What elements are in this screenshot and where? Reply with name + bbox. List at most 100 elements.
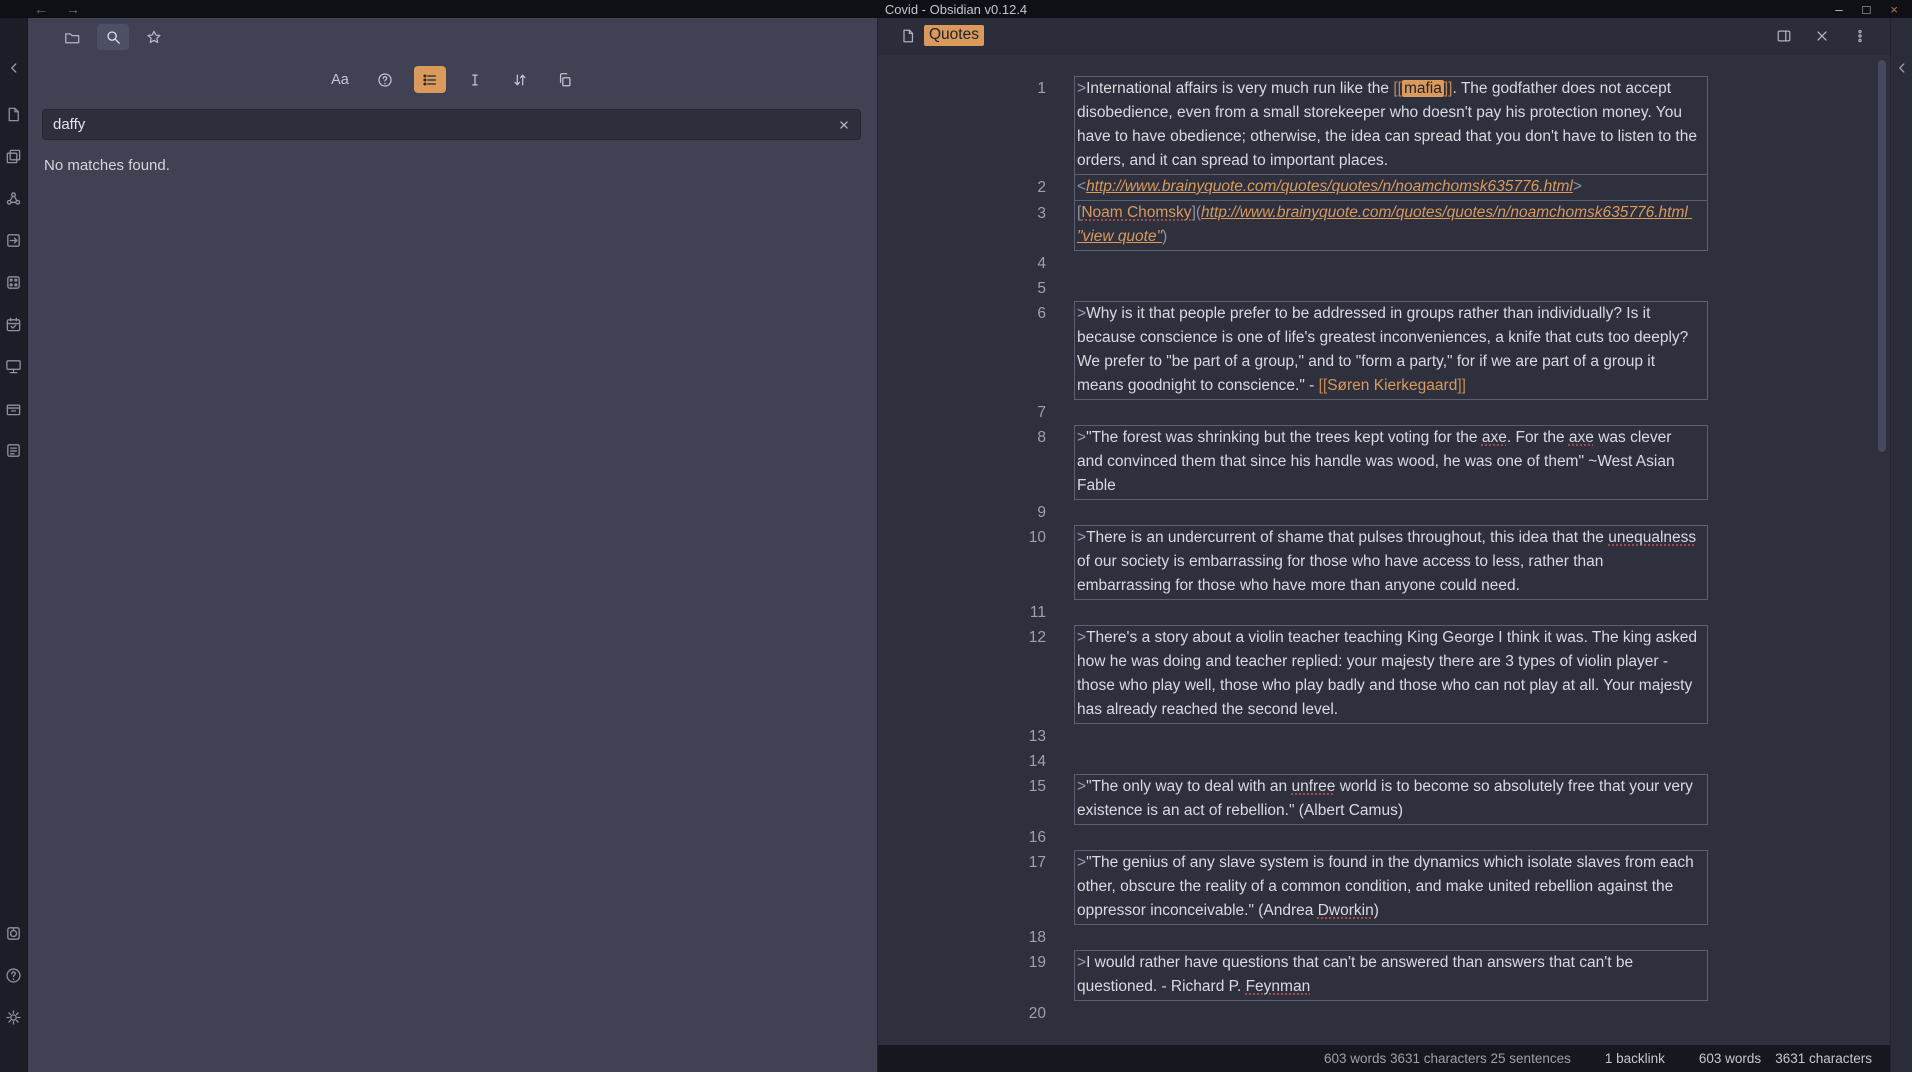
copy-results-button[interactable]: [549, 66, 581, 93]
line-content: >There's a story about a violin teacher …: [1074, 625, 1708, 724]
collapse-left-sidebar-icon[interactable]: [6, 60, 22, 76]
template-icon[interactable]: [5, 442, 22, 459]
more-context-button[interactable]: [414, 66, 446, 93]
search-row: [42, 109, 861, 140]
line-number: 18: [1028, 929, 1046, 946]
tab-starred[interactable]: [138, 24, 170, 50]
line-content: [1074, 276, 1708, 301]
maximize-button[interactable]: □: [1863, 2, 1871, 17]
editor-line[interactable]: 1 >International affairs is very much run…: [878, 76, 1890, 175]
tab-file-explorer[interactable]: [56, 24, 88, 50]
left-ribbon: [0, 18, 28, 1072]
clear-search-icon[interactable]: [836, 117, 852, 138]
editor-line[interactable]: 15 >"The only way to deal with an unfree …: [878, 774, 1890, 825]
line-content: >I would rather have questions that can'…: [1074, 950, 1708, 1001]
more-options-icon[interactable]: [1852, 28, 1868, 44]
minimize-button[interactable]: –: [1835, 2, 1842, 17]
quick-switcher-icon[interactable]: [5, 232, 22, 249]
sort-order-button[interactable]: [504, 66, 536, 93]
line-content: [1074, 600, 1708, 625]
line-content: [1074, 1001, 1708, 1026]
editor-line[interactable]: 19 >I would rather have questions that ca…: [878, 950, 1890, 1001]
editor-line[interactable]: 13: [878, 724, 1890, 749]
window-controls: – □ ×: [1835, 2, 1912, 17]
sidebar-tabs: [28, 18, 877, 56]
editor-line[interactable]: 9: [878, 500, 1890, 525]
line-content: [1074, 724, 1708, 749]
editor-line[interactable]: 10 >There is an undercurrent of shame tha…: [878, 525, 1890, 600]
status-backlinks[interactable]: 1 backlink: [1605, 1051, 1665, 1066]
stacked-panes-icon[interactable]: [5, 148, 22, 165]
toggle-preview-icon[interactable]: [1776, 28, 1792, 44]
editor-line[interactable]: 11: [878, 600, 1890, 625]
editor-scrollbar[interactable]: [1878, 60, 1886, 452]
presentation-icon[interactable]: [5, 358, 22, 375]
line-content: [1074, 825, 1708, 850]
collapse-results-button[interactable]: [459, 66, 491, 93]
line-content: >There is an undercurrent of shame that …: [1074, 525, 1708, 600]
cursor-icon: [467, 72, 483, 88]
line-number: 3: [1037, 205, 1046, 222]
line-number: 19: [1028, 954, 1046, 971]
star-icon: [146, 29, 162, 45]
editor-line[interactable]: 14: [878, 749, 1890, 774]
new-note-icon[interactable]: [5, 106, 22, 123]
calendar-icon[interactable]: [5, 316, 22, 333]
editor-line[interactable]: 5: [878, 276, 1890, 301]
search-panel: Aa No matches found.: [28, 18, 878, 1072]
help-icon: [377, 72, 393, 88]
editor-line[interactable]: 3 [Noam Chomsky](http://www.brainyquote.c…: [878, 201, 1890, 251]
editor-pane: Quotes 1 >International affairs is very m…: [878, 18, 1890, 1072]
line-number: 10: [1028, 529, 1046, 546]
line-number: 4: [1037, 255, 1046, 272]
editor-line[interactable]: 7: [878, 400, 1890, 425]
line-number: 6: [1037, 305, 1046, 322]
editor-line[interactable]: 17 >"The genius of any slave system is fo…: [878, 850, 1890, 925]
editor[interactable]: 1 >International affairs is very much run…: [878, 54, 1890, 1045]
close-button[interactable]: ×: [1890, 2, 1898, 17]
editor-line[interactable]: 12 >There's a story about a violin teache…: [878, 625, 1890, 724]
line-content: [1074, 500, 1708, 525]
folder-icon: [64, 29, 80, 45]
vault-switcher-icon[interactable]: [5, 925, 22, 942]
explain-search-button[interactable]: [369, 66, 401, 93]
line-content: >Why is it that people prefer to be addr…: [1074, 301, 1708, 400]
editor-line[interactable]: 6 >Why is it that people prefer to be add…: [878, 301, 1890, 400]
obsidian-window: ← → Covid - Obsidian v0.12.4 – □ × Aa No…: [0, 0, 1912, 1072]
close-pane-icon[interactable]: [1814, 28, 1830, 44]
editor-line[interactable]: 20: [878, 1001, 1890, 1026]
editor-line[interactable]: 18: [878, 925, 1890, 950]
tab-search[interactable]: [97, 24, 129, 50]
line-content: <http://www.brainyquote.com/quotes/quote…: [1074, 175, 1708, 201]
match-case-button[interactable]: Aa: [324, 66, 356, 93]
line-content: >"The genius of any slave system is foun…: [1074, 850, 1708, 925]
line-number: 9: [1037, 504, 1046, 521]
line-number: 7: [1037, 404, 1046, 421]
line-content: [1074, 925, 1708, 950]
ribbon-top-icons: [5, 106, 22, 459]
note-title: Quotes: [924, 25, 984, 46]
right-sidebar-collapsed: [1890, 18, 1912, 1072]
editor-line[interactable]: 4: [878, 251, 1890, 276]
search-toolbar: Aa: [28, 56, 877, 101]
graph-view-icon[interactable]: [5, 190, 22, 207]
status-bar: 603 words 3631 characters 25 sentences 1…: [878, 1045, 1890, 1072]
line-number: 15: [1028, 778, 1046, 795]
status-word-count: 603 words 3631 characters: [1699, 1051, 1872, 1066]
search-input[interactable]: [42, 109, 861, 140]
sort-icon: [512, 72, 528, 88]
line-number: 17: [1028, 854, 1046, 871]
editor-line[interactable]: 8 >"The forest was shrinking but the tree…: [878, 425, 1890, 500]
archive-icon[interactable]: [5, 400, 22, 417]
editor-line[interactable]: 2 <http://www.brainyquote.com/quotes/quot…: [878, 175, 1890, 201]
random-note-icon[interactable]: [5, 274, 22, 291]
editor-line[interactable]: 16: [878, 825, 1890, 850]
expand-right-sidebar-icon[interactable]: [1894, 60, 1910, 81]
status-words: 603 words: [1698, 1051, 1762, 1066]
status-sentence-stats: 603 words 3631 characters 25 sentences: [1323, 1051, 1571, 1066]
note-icon: [900, 28, 916, 44]
settings-icon[interactable]: [5, 1009, 22, 1026]
help-icon[interactable]: [5, 967, 22, 984]
copy-icon: [557, 72, 573, 88]
line-content: >"The forest was shrinking but the trees…: [1074, 425, 1708, 500]
